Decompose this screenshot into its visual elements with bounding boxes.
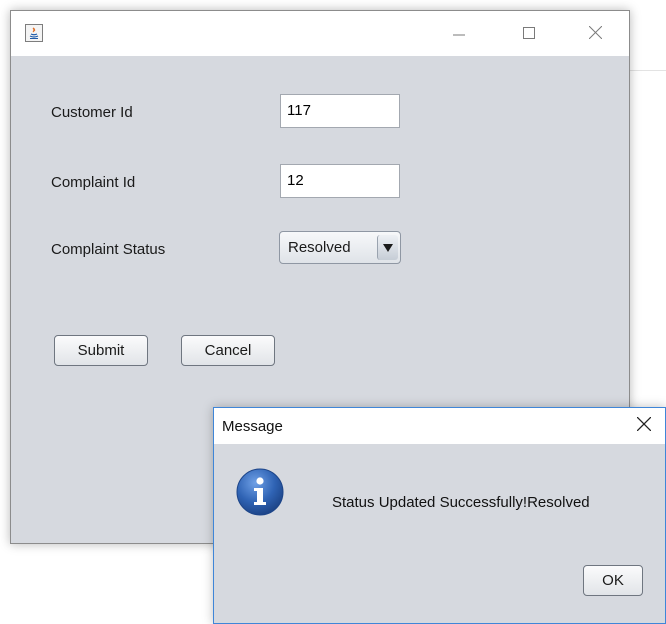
complaint-status-dropdown[interactable]: Resolved: [279, 231, 401, 264]
close-button[interactable]: [572, 11, 618, 56]
main-titlebar[interactable]: [11, 11, 629, 56]
complaint-status-selected: Resolved: [288, 239, 351, 256]
dialog-title: Message: [222, 418, 283, 435]
close-icon: [588, 23, 602, 44]
java-app-icon: [25, 24, 43, 42]
info-icon: [236, 468, 284, 516]
maximize-icon: [523, 23, 535, 44]
complaint-id-label: Complaint Id: [51, 174, 136, 191]
dialog-titlebar[interactable]: Message: [214, 408, 665, 444]
background-window-edge: [630, 70, 666, 71]
desktop: Customer Id 117 Complaint Id 12 Complain…: [0, 0, 666, 624]
minimize-icon: [453, 23, 465, 44]
dropdown-arrow-button[interactable]: [377, 235, 398, 260]
message-dialog: Message Status Updated Successfully!Reso…: [213, 407, 666, 624]
chevron-down-icon: [383, 239, 393, 257]
close-icon: [636, 416, 652, 436]
customer-id-label: Customer Id: [51, 104, 133, 121]
dialog-close-button[interactable]: [627, 408, 661, 444]
complaint-status-label: Complaint Status: [51, 241, 166, 258]
maximize-button[interactable]: [506, 11, 552, 56]
ok-button[interactable]: OK: [583, 565, 643, 596]
minimize-button[interactable]: [436, 11, 482, 56]
submit-button[interactable]: Submit: [54, 335, 148, 366]
dialog-message: Status Updated Successfully!Resolved: [332, 494, 590, 511]
cancel-button[interactable]: Cancel: [181, 335, 275, 366]
customer-id-field[interactable]: 117: [280, 94, 400, 128]
complaint-id-field[interactable]: 12: [280, 164, 400, 198]
